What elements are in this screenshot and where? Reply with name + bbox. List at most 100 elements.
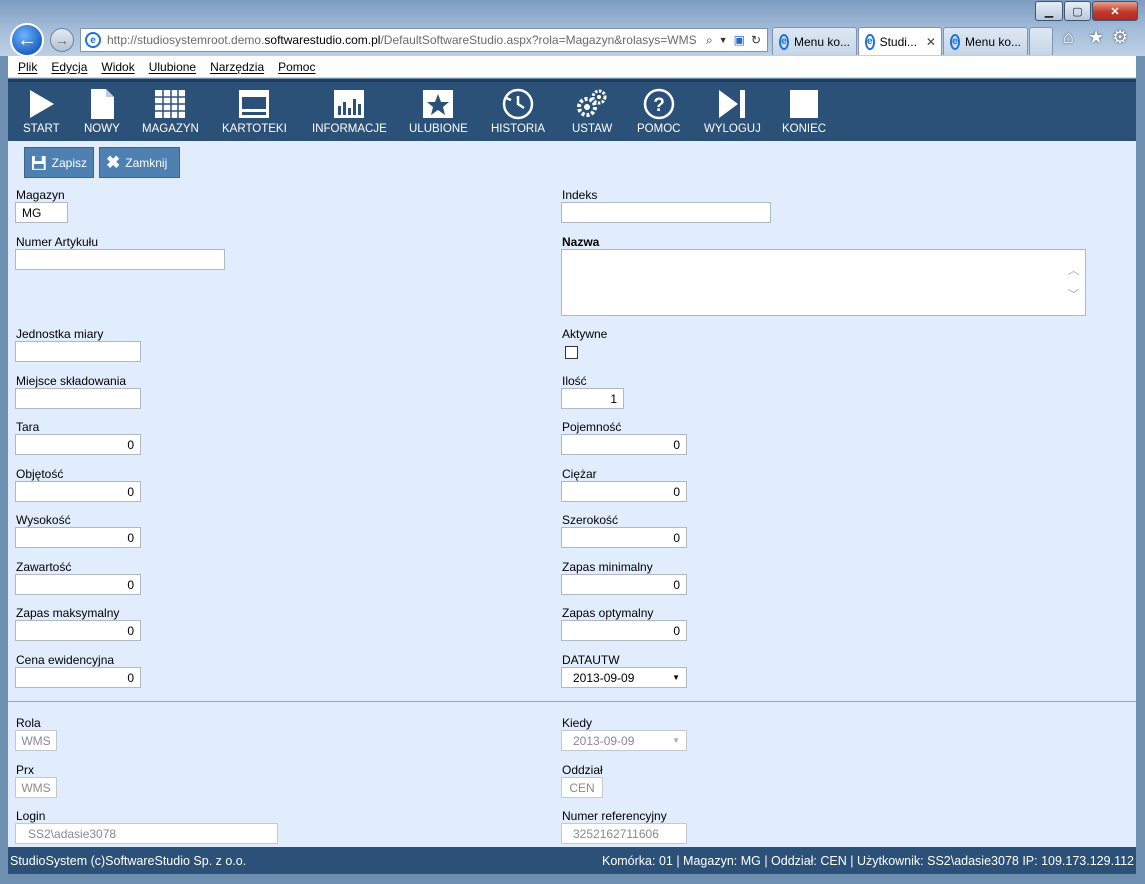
login-field: SS2\adasie3078 [15, 823, 278, 844]
label-prx: Prx [16, 763, 34, 777]
dropdown-arrow-icon: ▼ [672, 736, 680, 745]
star-icon[interactable]: ★ [1088, 27, 1104, 48]
pojemnosc-field[interactable]: 0 [561, 434, 687, 455]
play-icon [30, 90, 55, 118]
settings-gears-icon [577, 89, 607, 117]
toolbar-historia[interactable]: HISTORIA [491, 88, 545, 135]
window-icon [239, 90, 270, 118]
menu-pomoc[interactable]: Pomoc [278, 60, 315, 74]
aktywne-checkbox[interactable] [565, 346, 578, 359]
ie-icon: e [865, 33, 875, 50]
close-button[interactable]: ✖ Zamknij [99, 147, 180, 178]
menu-bar: Plik Edycja Widok Ulubione Narzędzia Pom… [8, 56, 1136, 78]
status-bar: StudioSystem (c)SoftwareStudio Sp. z o.o… [8, 847, 1136, 874]
window-close-button[interactable]: ✕ [1092, 1, 1138, 21]
zapas-opt-field[interactable]: 0 [561, 620, 687, 641]
address-bar[interactable]: e http://studiosystemroot.demo.softwares… [80, 28, 768, 52]
magazyn-field[interactable]: MG [15, 202, 68, 223]
dropdown-icon[interactable]: ▼ [719, 35, 728, 45]
toolbar-pomoc[interactable]: ? POMOC [637, 88, 680, 135]
zapas-min-field[interactable]: 0 [561, 574, 687, 595]
menu-narzedzia[interactable]: Narzędzia [210, 60, 264, 74]
tab-close-icon[interactable]: ✕ [926, 35, 936, 49]
label-zapas-opt: Zapas optymalny [562, 606, 654, 620]
numer-artykulu-field[interactable] [15, 249, 225, 270]
tab-menu-1[interactable]: e Menu ko... [772, 27, 857, 55]
tara-field[interactable]: 0 [15, 434, 141, 455]
save-button[interactable]: Zapisz [24, 147, 94, 178]
label-magazyn: Magazyn [16, 188, 65, 202]
search-icon[interactable]: ⌕ [706, 33, 713, 48]
label-login: Login [16, 809, 46, 823]
scroll-down-icon[interactable]: ﹀ [1068, 286, 1079, 302]
gear-icon[interactable]: ⚙ [1112, 27, 1128, 48]
ie-icon: e [950, 33, 960, 50]
ilosc-field[interactable]: 1 [561, 388, 624, 409]
scroll-up-icon[interactable]: ︿ [1068, 262, 1079, 278]
new-tab-button[interactable] [1029, 27, 1053, 55]
toolbar-ustaw[interactable]: USTAW [572, 88, 612, 135]
label-jednostka: Jednostka miary [16, 327, 104, 341]
zapas-max-field[interactable]: 0 [15, 620, 141, 641]
close-x-icon: ✖ [106, 152, 121, 172]
indeks-field[interactable] [561, 202, 771, 223]
objetosc-field[interactable]: 0 [15, 481, 141, 502]
toolbar-kartoteki[interactable]: KARTOTEKI [222, 88, 287, 135]
toolbar-nowy[interactable]: NOWY [84, 88, 120, 135]
label-kiedy: Kiedy [562, 716, 593, 730]
label-rola: Rola [16, 716, 41, 730]
tab-studio[interactable]: e Studi... ✕ [858, 27, 942, 55]
refresh-icon[interactable]: ↻ [751, 33, 761, 47]
jednostka-field[interactable] [15, 341, 141, 362]
label-ciezar: Ciężar [562, 467, 597, 481]
home-icon[interactable]: ⌂ [1063, 27, 1074, 48]
bar-chart-icon [334, 90, 365, 118]
label-cena: Cena ewidencyjna [16, 653, 115, 667]
app-toolbar: START NOWY MAGAZYN KARTOTEKI INFORMACJE … [8, 79, 1136, 141]
cena-field[interactable]: 0 [15, 667, 141, 688]
menu-plik[interactable]: Plik [18, 60, 37, 74]
toolbar-wyloguj[interactable]: WYLOGUJ [704, 88, 761, 135]
label-ilosc: Ilość [562, 374, 587, 388]
ciezar-field[interactable]: 0 [561, 481, 687, 502]
window-bottom-frame [0, 874, 1145, 884]
favorite-star-icon [423, 90, 454, 118]
compat-view-icon[interactable]: ▣ [734, 33, 745, 47]
toolbar-ulubione[interactable]: ULUBIONE [409, 88, 468, 135]
miejsce-field[interactable] [15, 388, 141, 409]
toolbar-start[interactable]: START [23, 88, 60, 135]
toolbar-magazyn[interactable]: MAGAZYN [142, 88, 199, 135]
label-wysokosc: Wysokość [16, 513, 71, 527]
new-document-icon [90, 89, 114, 119]
kiedy-select: 2013-09-09 ▼ [561, 730, 687, 751]
ie-icon: e [779, 33, 789, 50]
label-zapas-max: Zapas maksymalny [16, 606, 120, 620]
label-objetosc: Objętość [16, 467, 64, 481]
szerokosc-field[interactable]: 0 [561, 527, 687, 548]
menu-edycja[interactable]: Edycja [51, 60, 87, 74]
label-numer-artykulu: Numer Artykułu [16, 235, 99, 249]
toolbar-informacje[interactable]: INFORMACJE [312, 88, 387, 135]
svg-text:?: ? [653, 95, 665, 116]
menu-widok[interactable]: Widok [101, 60, 134, 74]
wysokosc-field[interactable]: 0 [15, 527, 141, 548]
maximize-button[interactable]: ▢ [1064, 1, 1091, 21]
menu-ulubione[interactable]: Ulubione [149, 60, 196, 74]
section-divider [8, 701, 1136, 702]
nazwa-textarea[interactable] [561, 249, 1086, 316]
forward-arrow-icon[interactable]: → [50, 28, 74, 52]
zawartosc-field[interactable]: 0 [15, 574, 141, 595]
label-miejsce: Miejsce składowania [16, 374, 127, 388]
url-text: http://studiosystemroot.demo.softwarestu… [107, 33, 697, 47]
grid-icon [155, 90, 186, 118]
back-arrow-icon[interactable]: ← [10, 23, 44, 57]
label-indeks: Indeks [562, 188, 598, 202]
toolbar-koniec[interactable]: KONIEC [782, 88, 826, 135]
floppy-disk-icon [31, 155, 46, 170]
tab-menu-2[interactable]: e Menu ko... [943, 27, 1028, 55]
minimize-button[interactable]: ▁ [1035, 1, 1063, 21]
label-datautw: DATAUTW [562, 653, 620, 667]
dropdown-arrow-icon: ▼ [672, 673, 680, 682]
datautw-select[interactable]: 2013-09-09 ▼ [561, 667, 687, 688]
rola-field: WMS [15, 730, 57, 751]
